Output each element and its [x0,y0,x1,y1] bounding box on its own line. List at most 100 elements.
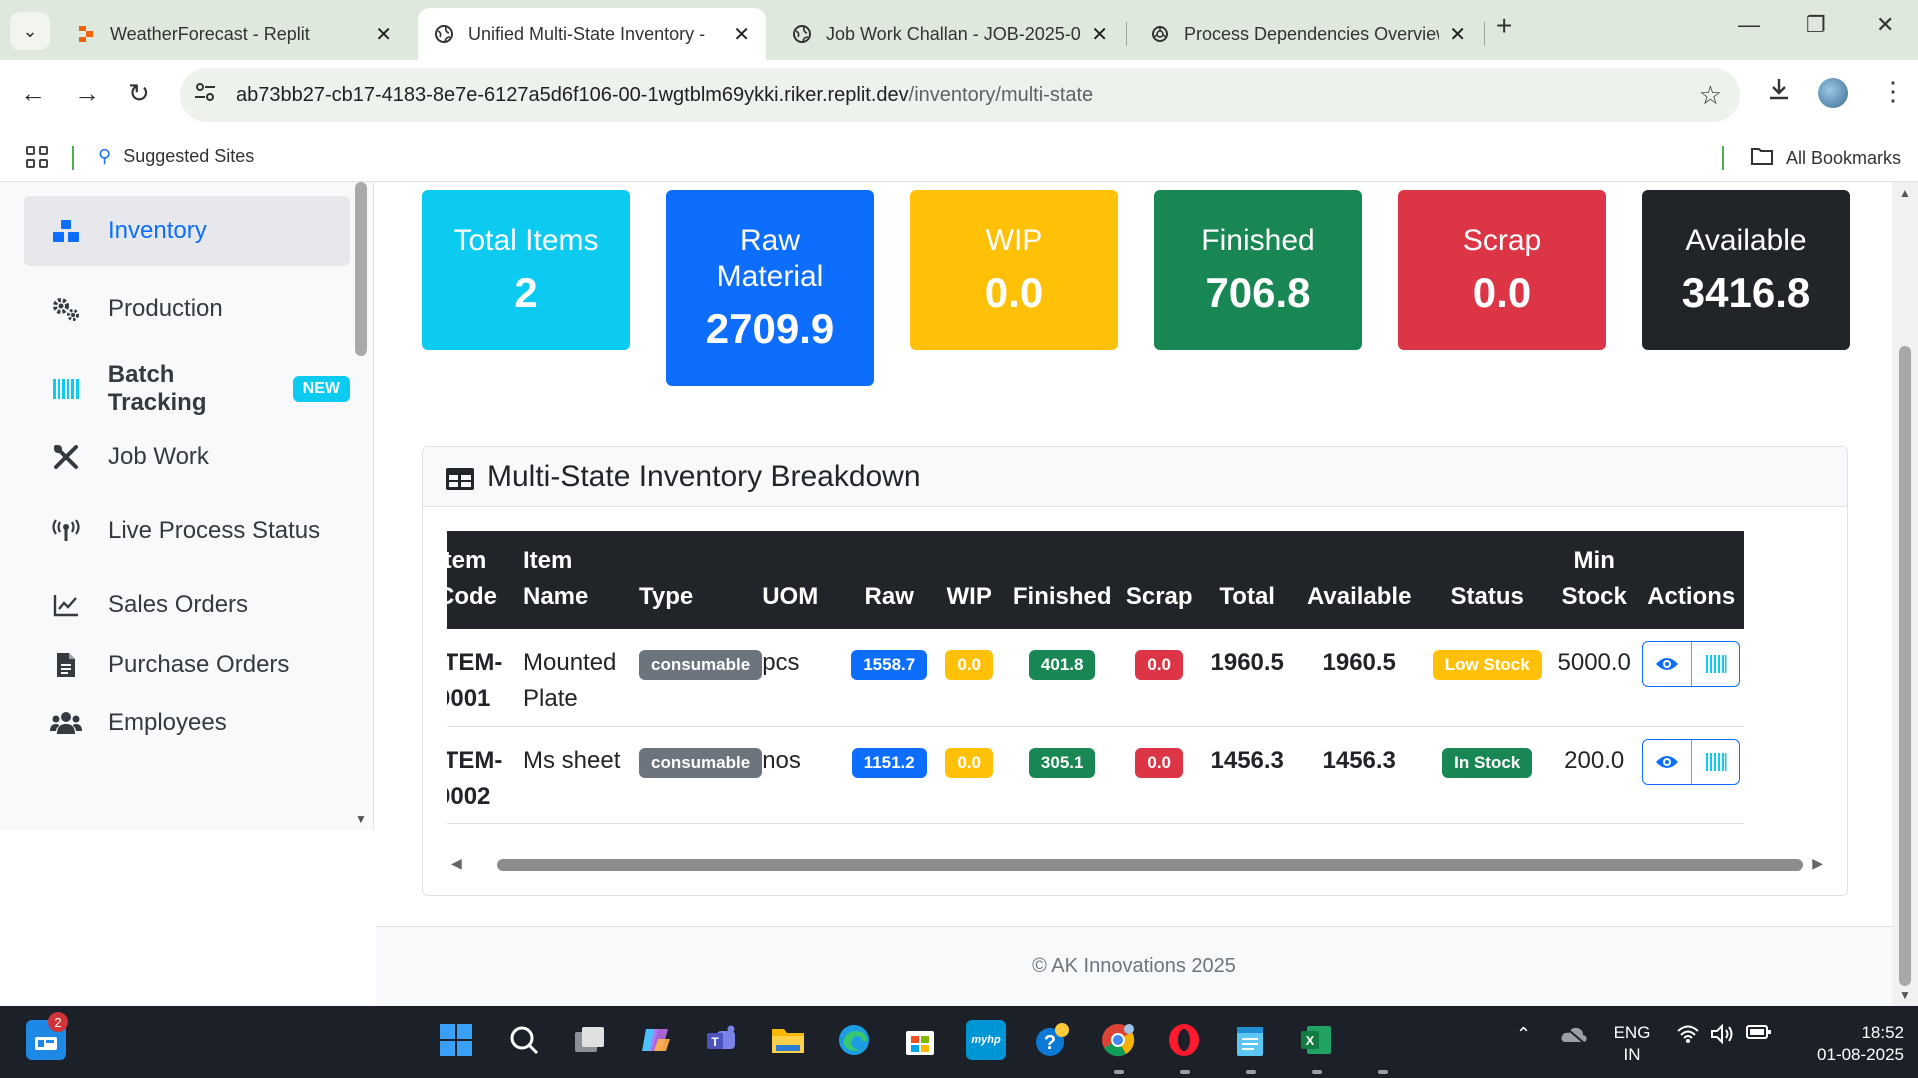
sidebar-item-batch-tracking[interactable]: Batch Tracking NEW [24,350,350,428]
stat-card-raw-material: Raw Material 2709.9 [666,190,874,386]
cell-total: 1456.3 [1200,726,1295,824]
scroll-left-arrow-icon[interactable]: ◀ [451,855,462,872]
tab-weatherforecast[interactable]: WeatherForecast - Replit ✕ [60,8,408,60]
col-header-uom[interactable]: UOM [762,531,847,629]
col-header-wip[interactable]: WIP [932,531,1007,629]
sidebar-item-live-process-status[interactable]: Live Process Status [24,496,350,566]
barcode-button[interactable] [1691,642,1739,686]
action-button-group [1642,641,1741,687]
wifi-icon[interactable] [1676,1024,1700,1049]
excel-icon[interactable]: X [1296,1020,1336,1060]
search-icon[interactable] [504,1020,544,1060]
close-icon[interactable]: ✕ [733,22,750,47]
col-header-finished[interactable]: Finished [1006,531,1119,629]
cell-wip: 0.0 [932,629,1007,727]
forward-arrow-icon[interactable]: → [74,78,100,109]
cell-raw: 1151.2 [846,726,933,824]
sidebar-item-production[interactable]: Production [24,274,350,344]
sidebar-item-label: Batch Tracking [107,361,207,416]
col-header-status[interactable]: Status [1424,531,1551,629]
tools-icon [50,443,82,471]
volume-icon[interactable] [1710,1023,1736,1049]
col-header-available[interactable]: Available [1294,531,1425,629]
view-button[interactable] [1643,642,1691,686]
copilot-icon[interactable] [636,1020,676,1060]
notepad-icon[interactable] [1230,1020,1270,1060]
tab-search-button[interactable]: ⌄ [10,12,50,50]
card-header: Multi-State Inventory Breakdown [423,447,1847,507]
stat-card-total-items: Total Items 2 [422,190,630,350]
chrome-icon[interactable] [1098,1020,1138,1060]
myhp-icon[interactable]: myhp [966,1020,1006,1060]
sidebar-scroll-thumb[interactable] [355,182,367,356]
horizontal-scroll-thumb[interactable] [497,859,1803,871]
col-header-raw[interactable]: Raw [846,531,933,629]
reload-icon[interactable]: ↻ [128,78,150,109]
col-header-type[interactable]: Type [639,531,763,629]
col-header-min-stock[interactable]: Min Stock [1550,531,1639,629]
onedrive-cloud-icon[interactable] [1560,1024,1588,1049]
col-header-item-code[interactable]: Item Code [447,531,517,629]
teams-icon[interactable]: T [702,1020,742,1060]
tab-job-work-challan[interactable]: Job Work Challan - JOB-2025-0 ✕ [776,8,1124,60]
sidebar-item-employees[interactable]: Employees [24,688,350,758]
view-button[interactable] [1643,740,1691,784]
new-tab-plus-icon[interactable]: + [1496,10,1512,42]
cell-type: consumable [639,726,763,824]
stat-label: WIP [985,224,1043,257]
microsoft-store-icon[interactable] [900,1020,940,1060]
browser-tab-bar: ⌄ WeatherForecast - Replit ✕ Unified Mul… [0,0,1918,60]
bookmark-suggested-sites[interactable]: ⚲ Suggested Sites [98,146,254,167]
apps-grid-icon[interactable] [26,146,48,168]
page-scroll-thumb[interactable] [1899,346,1911,986]
tab-unified-inventory[interactable]: Unified Multi-State Inventory - ✕ [418,8,766,60]
barcode-button[interactable] [1691,739,1739,784]
scroll-down-arrow-icon[interactable]: ▼ [355,812,367,826]
stat-label: Finished [1201,224,1315,257]
col-header-scrap[interactable]: Scrap [1118,531,1201,629]
file-explorer-icon[interactable] [768,1020,808,1060]
sidebar-scrollbar[interactable]: ▼ [355,182,367,830]
windows-start-icon[interactable] [436,1020,476,1060]
people-icon [50,711,82,735]
table-horizontal-scrollbar[interactable]: ◀ ▶ [447,855,1825,875]
back-arrow-icon[interactable]: ← [20,78,46,109]
restore-icon[interactable]: ❐ [1806,12,1826,38]
tab-title: Job Work Challan - JOB-2025-0 [826,23,1081,44]
scroll-up-arrow-icon[interactable]: ▲ [1899,186,1911,200]
scroll-down-arrow-icon[interactable]: ▼ [1899,988,1911,1002]
clock[interactable]: 18:52 01-08-2025 [1792,1022,1904,1066]
col-header-total[interactable]: Total [1200,531,1295,629]
tab-process-dependencies[interactable]: Process Dependencies Overview ✕ [1134,8,1482,60]
site-settings-icon[interactable] [194,82,224,108]
sidebar-item-label: Job Work [108,443,209,470]
sidebar-item-job-work[interactable]: Job Work [24,422,350,492]
task-view-icon[interactable] [570,1020,610,1060]
edge-browser-icon[interactable] [834,1020,874,1060]
bookmarks-bar: ⚲ Suggested Sites All Bookmarks [0,132,1918,182]
profile-avatar[interactable] [1818,78,1848,108]
cell-available: 1456.3 [1294,726,1425,824]
get-help-icon[interactable]: ? [1032,1020,1072,1060]
close-icon[interactable]: ✕ [1091,22,1108,47]
table-scroll-container[interactable]: Item Code Item Name Type UOM Raw WIP Fin… [447,531,1825,827]
address-bar[interactable]: ab73bb27-cb17-4183-8e7e-6127a5d6f106-00-… [180,68,1740,122]
show-hidden-icons-chevron-icon[interactable]: ⌃ [1516,1024,1531,1045]
status-badge: In Stock [1442,747,1533,778]
sidebar-item-inventory[interactable]: Inventory [24,196,350,266]
close-icon[interactable]: ✕ [375,22,392,47]
opera-icon[interactable] [1164,1020,1204,1060]
bookmark-all-bookmarks[interactable]: All Bookmarks [1750,146,1901,171]
battery-icon[interactable] [1746,1024,1772,1045]
minimize-icon[interactable]: — [1738,12,1760,38]
col-header-item-name[interactable]: Item Name [517,531,639,629]
scroll-right-arrow-icon[interactable]: ▶ [1812,855,1823,872]
more-menu-icon[interactable]: ⋮ [1880,76,1906,107]
close-icon[interactable]: ✕ [1449,22,1466,47]
download-icon[interactable] [1766,76,1792,109]
bookmark-label: Suggested Sites [123,146,255,166]
bookmark-star-icon[interactable]: ☆ [1699,80,1722,111]
window-close-icon[interactable]: ✕ [1876,12,1894,38]
page-scrollbar[interactable]: ▲ ▼ [1892,182,1918,1006]
language-indicator[interactable]: ENG IN [1612,1022,1652,1066]
